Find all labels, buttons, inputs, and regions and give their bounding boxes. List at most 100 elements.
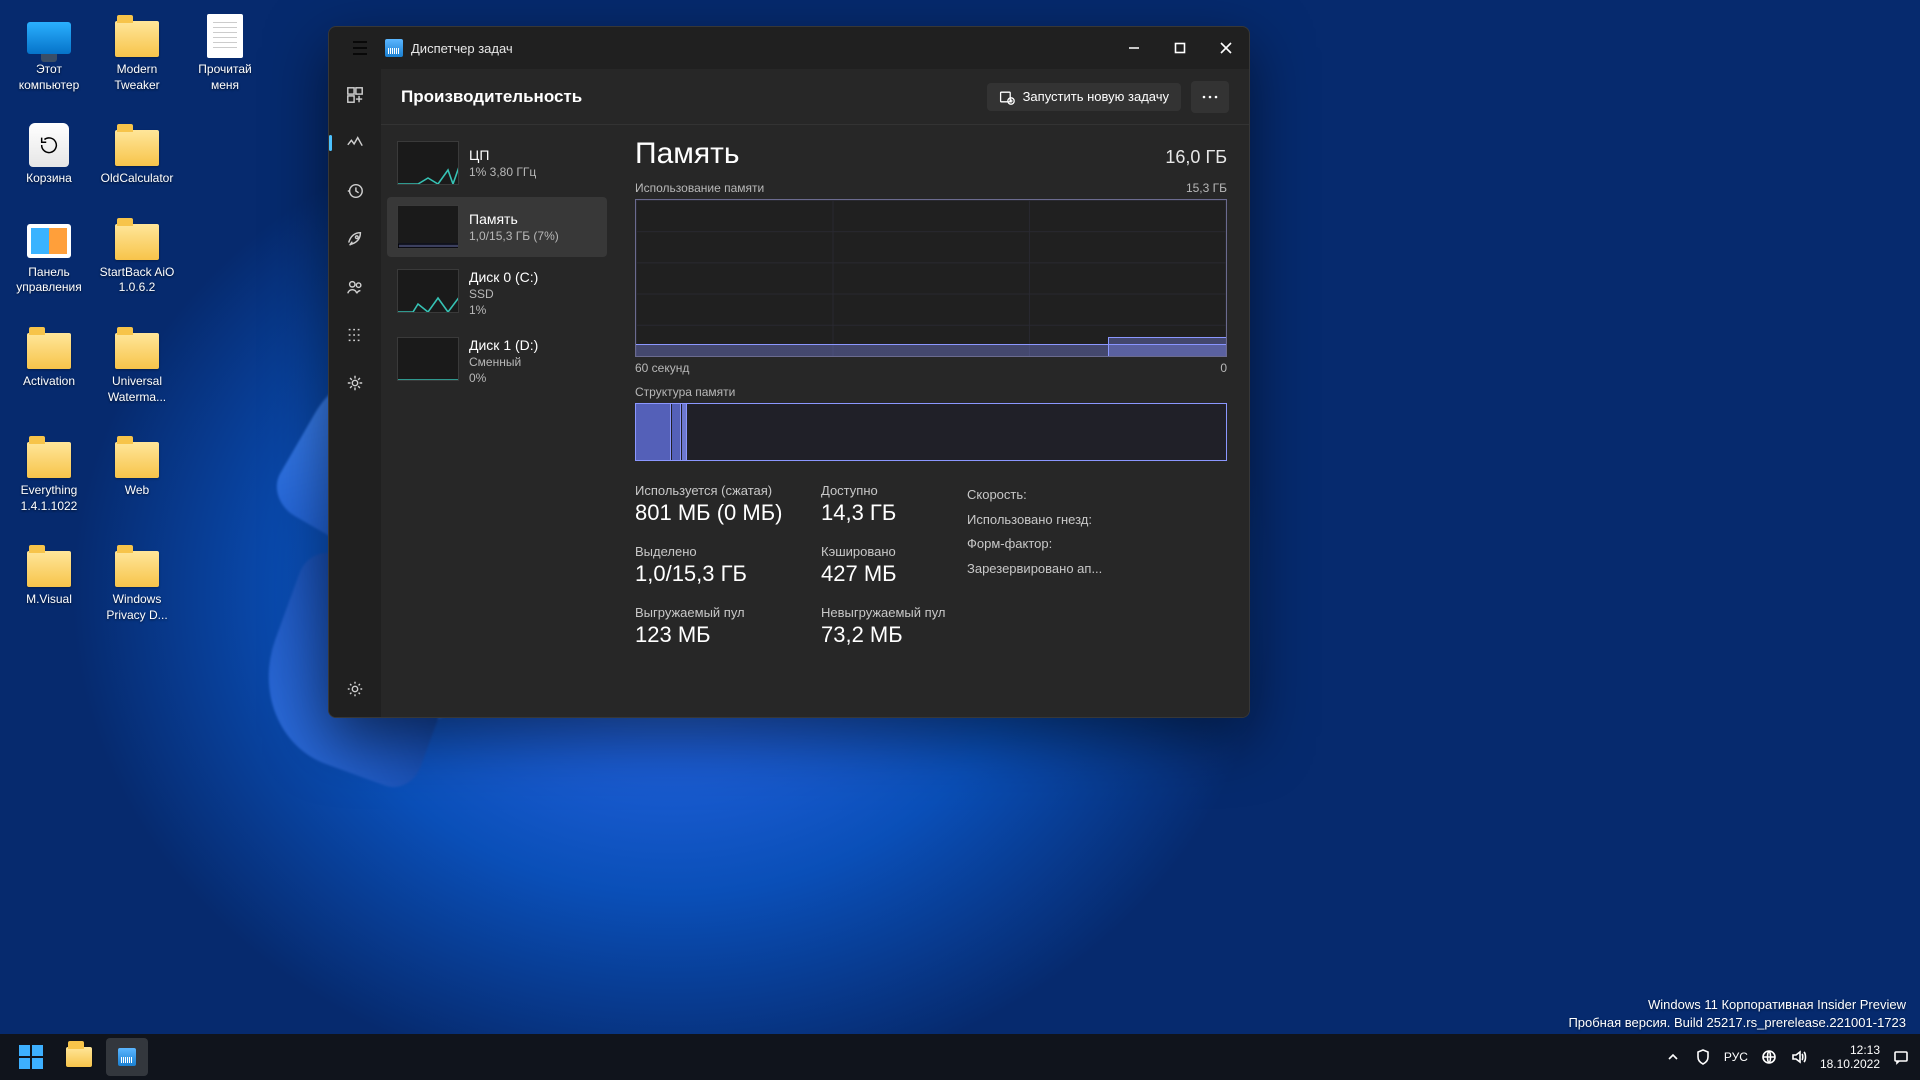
- tray-network-icon[interactable]: [1760, 1048, 1778, 1066]
- tray-chevron-icon[interactable]: [1664, 1048, 1682, 1066]
- tray-volume-icon[interactable]: [1790, 1048, 1808, 1066]
- task-manager-window: Диспетчер задач Производительность: [328, 26, 1250, 718]
- committed-value: 1,0/15,3 ГБ: [635, 561, 805, 587]
- resource-sparkline: [397, 269, 459, 313]
- desktop-icon-label: Everything 1.4.1.1022: [8, 483, 90, 514]
- available-label: Доступно: [821, 483, 951, 498]
- desktop-icon[interactable]: Панель управления: [8, 215, 90, 296]
- memory-detail-pane: Память 16,0 ГБ Использование памяти 15,3…: [613, 125, 1249, 717]
- nav-settings[interactable]: [335, 669, 375, 709]
- desktop-icon-label: Этот компьютер: [8, 62, 90, 93]
- resource-name: Диск 1 (D:): [469, 337, 538, 353]
- desktop-icon-label: Панель управления: [8, 265, 90, 296]
- nav-app-history[interactable]: [335, 171, 375, 211]
- app-icon: [385, 39, 403, 57]
- desktop-icon-label: Modern Tweaker: [96, 62, 178, 93]
- desktop-icon[interactable]: Everything 1.4.1.1022: [8, 433, 90, 514]
- reserved-label: Зарезервировано ап...: [967, 557, 1167, 582]
- minimize-button[interactable]: [1111, 27, 1157, 69]
- run-task-label: Запустить новую задачу: [1023, 89, 1169, 104]
- taskbar-taskmanager[interactable]: [106, 1038, 148, 1076]
- memory-composition-chart[interactable]: [635, 403, 1227, 461]
- usage-label: Использование памяти: [635, 181, 764, 195]
- resource-item[interactable]: Память 1,0/15,3 ГБ (7%): [387, 197, 607, 257]
- titlebar[interactable]: Диспетчер задач: [329, 27, 1249, 69]
- resource-subtitle: Сменный: [469, 355, 538, 369]
- nav-services[interactable]: [335, 363, 375, 403]
- detail-title: Память: [635, 137, 740, 171]
- desktop-icon[interactable]: M.Visual: [8, 542, 90, 623]
- resource-subtitle: 1% 3,80 ГГц: [469, 165, 536, 179]
- close-button[interactable]: [1203, 27, 1249, 69]
- in-use-value: 801 МБ (0 МБ): [635, 500, 805, 526]
- nav-startup[interactable]: [335, 219, 375, 259]
- committed-label: Выделено: [635, 544, 805, 559]
- desktop-icon-label: Web: [125, 483, 149, 499]
- desktop-icon[interactable]: Windows Privacy D...: [96, 542, 178, 623]
- start-button[interactable]: [10, 1038, 52, 1076]
- desktop-icon[interactable]: Activation: [8, 324, 90, 405]
- desktop-icon[interactable]: Прочитай меня: [184, 12, 266, 93]
- taskbar: РУС 12:13 18.10.2022: [0, 1034, 1920, 1080]
- memory-usage-chart[interactable]: [635, 199, 1227, 357]
- paged-value: 123 МБ: [635, 622, 805, 648]
- desktop-icon[interactable]: Корзина: [8, 121, 90, 187]
- run-new-task-button[interactable]: Запустить новую задачу: [987, 83, 1181, 111]
- desktop-icon[interactable]: OldCalculator: [96, 121, 178, 187]
- nonpaged-label: Невыгружаемый пул: [821, 605, 951, 620]
- desktop-icon-label: Корзина: [26, 171, 72, 187]
- nav-performance[interactable]: [335, 123, 375, 163]
- desktop-icon-label: StartBack AiO 1.0.6.2: [96, 265, 178, 296]
- resource-sparkline: [397, 337, 459, 381]
- nav-users[interactable]: [335, 267, 375, 307]
- desktop-icon-label: Windows Privacy D...: [96, 592, 178, 623]
- tray-security-icon[interactable]: [1694, 1048, 1712, 1066]
- composition-label: Структура памяти: [635, 385, 1227, 399]
- resource-name: Диск 0 (C:): [469, 269, 538, 285]
- desktop-icon[interactable]: Этот компьютер: [8, 12, 90, 93]
- cached-label: Кэшировано: [821, 544, 951, 559]
- resource-name: ЦП: [469, 147, 536, 163]
- nav-rail: [329, 69, 381, 717]
- resource-name: Память: [469, 211, 559, 227]
- desktop-icon[interactable]: Web: [96, 433, 178, 514]
- usage-max: 15,3 ГБ: [1186, 181, 1227, 195]
- desktop-icon[interactable]: Modern Tweaker: [96, 12, 178, 93]
- resource-item[interactable]: Диск 1 (D:) Сменный 0%: [387, 329, 607, 393]
- nonpaged-value: 73,2 МБ: [821, 622, 951, 648]
- resource-subtitle2: 0%: [469, 371, 538, 385]
- cached-value: 427 МБ: [821, 561, 951, 587]
- more-button[interactable]: [1191, 81, 1229, 113]
- maximize-button[interactable]: [1157, 27, 1203, 69]
- resource-subtitle: SSD: [469, 287, 538, 301]
- resource-subtitle2: 1%: [469, 303, 538, 317]
- tray-language[interactable]: РУС: [1724, 1050, 1748, 1064]
- paged-label: Выгружаемый пул: [635, 605, 805, 620]
- nav-processes[interactable]: [335, 75, 375, 115]
- desktop-icon-label: Universal Waterma...: [96, 374, 178, 405]
- resource-item[interactable]: ЦП 1% 3,80 ГГц: [387, 133, 607, 193]
- resource-subtitle: 1,0/15,3 ГБ (7%): [469, 229, 559, 243]
- desktop-icon-label: OldCalculator: [101, 171, 174, 187]
- formfactor-label: Форм-фактор:: [967, 532, 1167, 557]
- speed-label: Скорость:: [967, 483, 1167, 508]
- taskbar-explorer[interactable]: [58, 1038, 100, 1076]
- desktop-icon[interactable]: StartBack AiO 1.0.6.2: [96, 215, 178, 296]
- tray-clock[interactable]: 12:13 18.10.2022: [1820, 1043, 1880, 1072]
- resource-sparkline: [397, 205, 459, 249]
- resource-item[interactable]: Диск 0 (C:) SSD 1%: [387, 261, 607, 325]
- desktop-icon-label: Прочитай меня: [184, 62, 266, 93]
- tray-notifications-icon[interactable]: [1892, 1048, 1910, 1066]
- desktop-icon-label: Activation: [23, 374, 75, 390]
- slots-label: Использовано гнезд:: [967, 508, 1167, 533]
- resource-list: ЦП 1% 3,80 ГГц Память 1,0/15,3 ГБ (7%) Д…: [381, 125, 613, 717]
- hamburger-button[interactable]: [339, 27, 381, 69]
- axis-right: 0: [1220, 361, 1227, 375]
- memory-total: 16,0 ГБ: [1165, 147, 1227, 168]
- page-title: Производительность: [401, 87, 582, 107]
- in-use-label: Используется (сжатая): [635, 483, 805, 498]
- content-header: Производительность Запустить новую задач…: [381, 69, 1249, 125]
- axis-left: 60 секунд: [635, 361, 689, 375]
- desktop-icon[interactable]: Universal Waterma...: [96, 324, 178, 405]
- nav-details[interactable]: [335, 315, 375, 355]
